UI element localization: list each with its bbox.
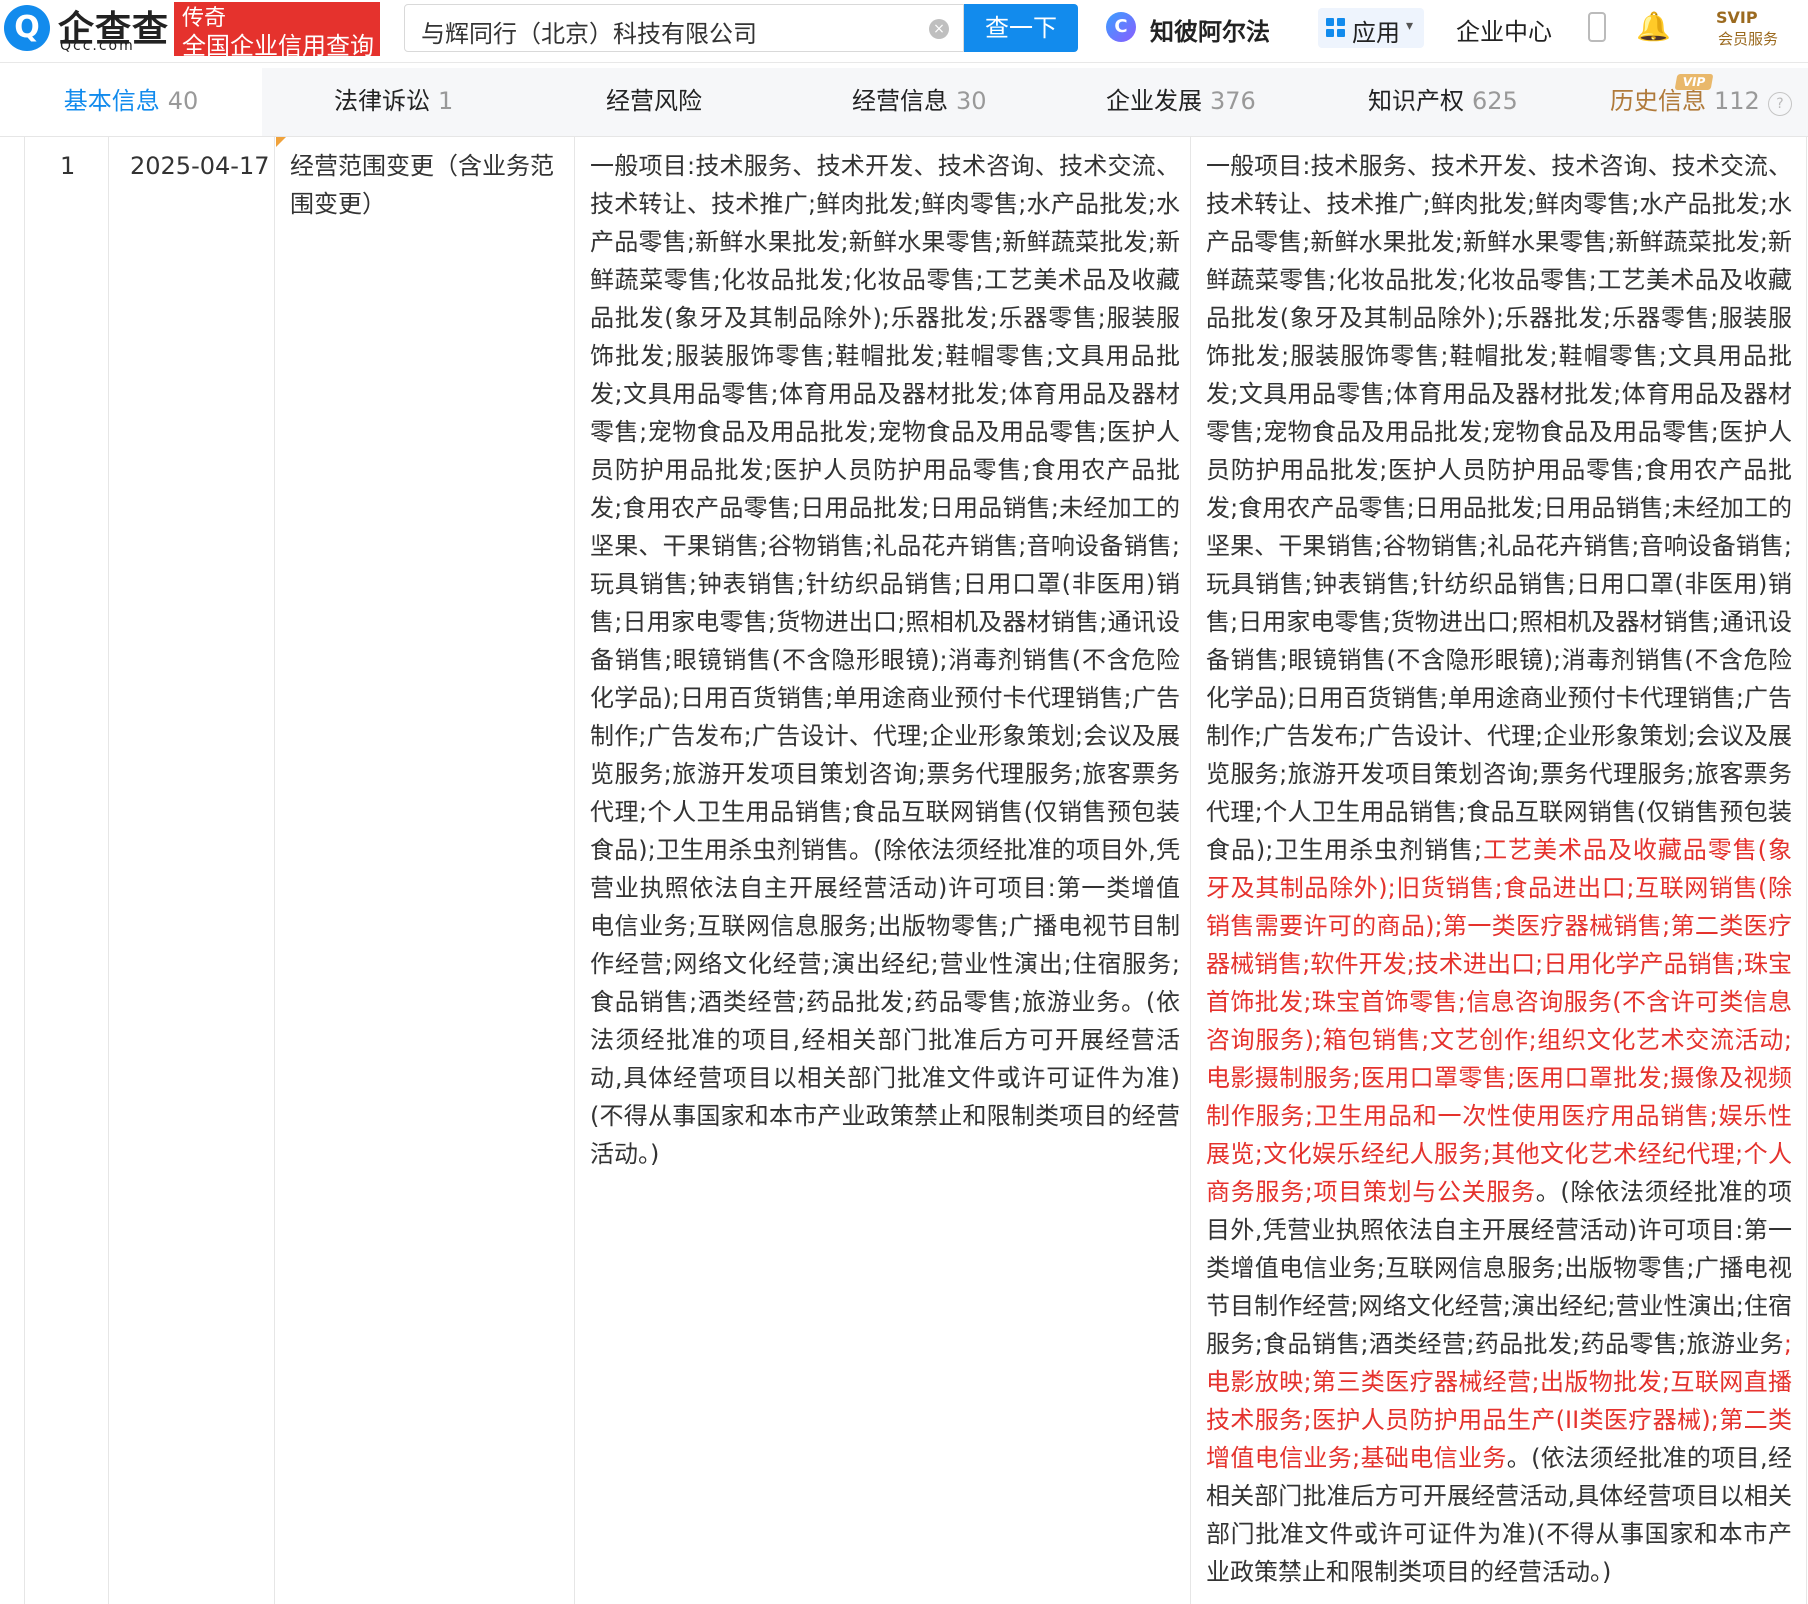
tab-count: 1 [438, 87, 454, 115]
divider [1806, 137, 1807, 1604]
after-added-segment: 工艺美术品及收藏品零售(象牙及其制品除外);旧货销售;食品进出口;互联网销售(除… [1206, 836, 1792, 1206]
logo-badge-line2: 全国企业信用查询 [182, 32, 374, 60]
logo-badge: 传奇 全国企业信用查询 [174, 2, 380, 60]
tab-label: 经营信息 [852, 87, 948, 115]
tab-label: 历史信息 [1610, 87, 1706, 115]
svip-member-button[interactable]: SVIP 会员服务 [1714, 8, 1784, 50]
before-change-content: 一般项目:技术服务、技术开发、技术咨询、技术交流、技术转让、技术推广;鲜肉批发;… [590, 152, 1180, 1168]
qcc-logo[interactable]: Q 企查查 Qcc.com 传奇 全国企业信用查询 [0, 2, 380, 60]
clear-icon[interactable]: × [929, 19, 949, 39]
divider [574, 137, 575, 1604]
tab-label: 基本信息 [63, 87, 160, 115]
divider [274, 137, 275, 1604]
change-date: 2025-04-17 [130, 152, 270, 180]
logo-domain: Qcc.com [60, 38, 135, 54]
top-header: Q 企查查 Qcc.com 传奇 全国企业信用查询 与辉同行（北京）科技有限公司… [0, 0, 1808, 63]
tab-count: 112 [1714, 87, 1760, 115]
svip-sublabel: 会员服务 [1718, 30, 1779, 48]
qcc-logo-icon: Q [4, 5, 50, 51]
tab-label: 经营风险 [606, 87, 702, 115]
tab-legal[interactable]: 法律诉讼 1 [334, 68, 453, 136]
alpha-ai-link[interactable]: 知彼阿尔法 [1150, 12, 1270, 47]
tab-basic-info[interactable]: 基本信息 40 [0, 68, 262, 136]
alpha-ai-icon[interactable]: C [1106, 12, 1136, 42]
tab-label: 知识产权 [1368, 87, 1464, 115]
grid-icon [1326, 18, 1346, 38]
vip-badge: VIP [1674, 74, 1714, 90]
divider [108, 137, 109, 1604]
section-tabs: 基本信息 40 法律诉讼 1 经营风险 经营信息 30 企业发展 376 知识产权 625… [0, 68, 1808, 137]
tab-count: 376 [1210, 87, 1256, 115]
tab-count: 40 [167, 87, 199, 115]
tab-label: 企业发展 [1106, 87, 1202, 115]
change-record-table: 1 2025-04-17 经营范围变更（含业务范围变更） 一般项目:技术服务、技… [0, 137, 1808, 1604]
enterprise-center-link[interactable]: 企业中心 [1456, 12, 1552, 47]
search-button[interactable]: 查一下 [964, 4, 1078, 52]
tab-ip[interactable]: 知识产权 625 [1368, 68, 1518, 136]
after-text-segment: 一般项目:技术服务、技术开发、技术咨询、技术交流、技术转让、技术推广;鲜肉批发;… [1206, 152, 1792, 864]
divider [24, 137, 25, 1604]
corner-flag-icon [276, 137, 286, 147]
tab-development[interactable]: 企业发展 376 [1106, 68, 1256, 136]
mobile-phone-icon[interactable] [1588, 12, 1606, 42]
apps-label: 应用 [1352, 19, 1400, 47]
chevron-down-icon: ▾ [1406, 18, 1414, 34]
search-input[interactable]: 与辉同行（北京）科技有限公司 × [404, 4, 964, 52]
search-input-value[interactable]: 与辉同行（北京）科技有限公司 [421, 14, 757, 49]
tab-count: 625 [1472, 87, 1518, 115]
change-type: 经营范围变更（含业务范围变更） [290, 152, 554, 218]
svip-label: SVIP [1716, 8, 1758, 27]
row-index: 1 [60, 152, 76, 180]
bell-icon[interactable]: 🔔 [1636, 10, 1671, 43]
divider [1190, 137, 1191, 1604]
tab-operation[interactable]: 经营信息 30 [852, 68, 987, 136]
apps-menu-button[interactable]: 应用 ▾ [1318, 8, 1424, 48]
help-icon[interactable]: ? [1768, 92, 1792, 116]
tab-label: 法律诉讼 [334, 87, 430, 115]
tab-count: 30 [956, 87, 987, 115]
after-change-content: 一般项目:技术服务、技术开发、技术咨询、技术交流、技术转让、技术推广;鲜肉批发;… [1206, 147, 1792, 1591]
tab-risk[interactable]: 经营风险 [606, 68, 702, 136]
